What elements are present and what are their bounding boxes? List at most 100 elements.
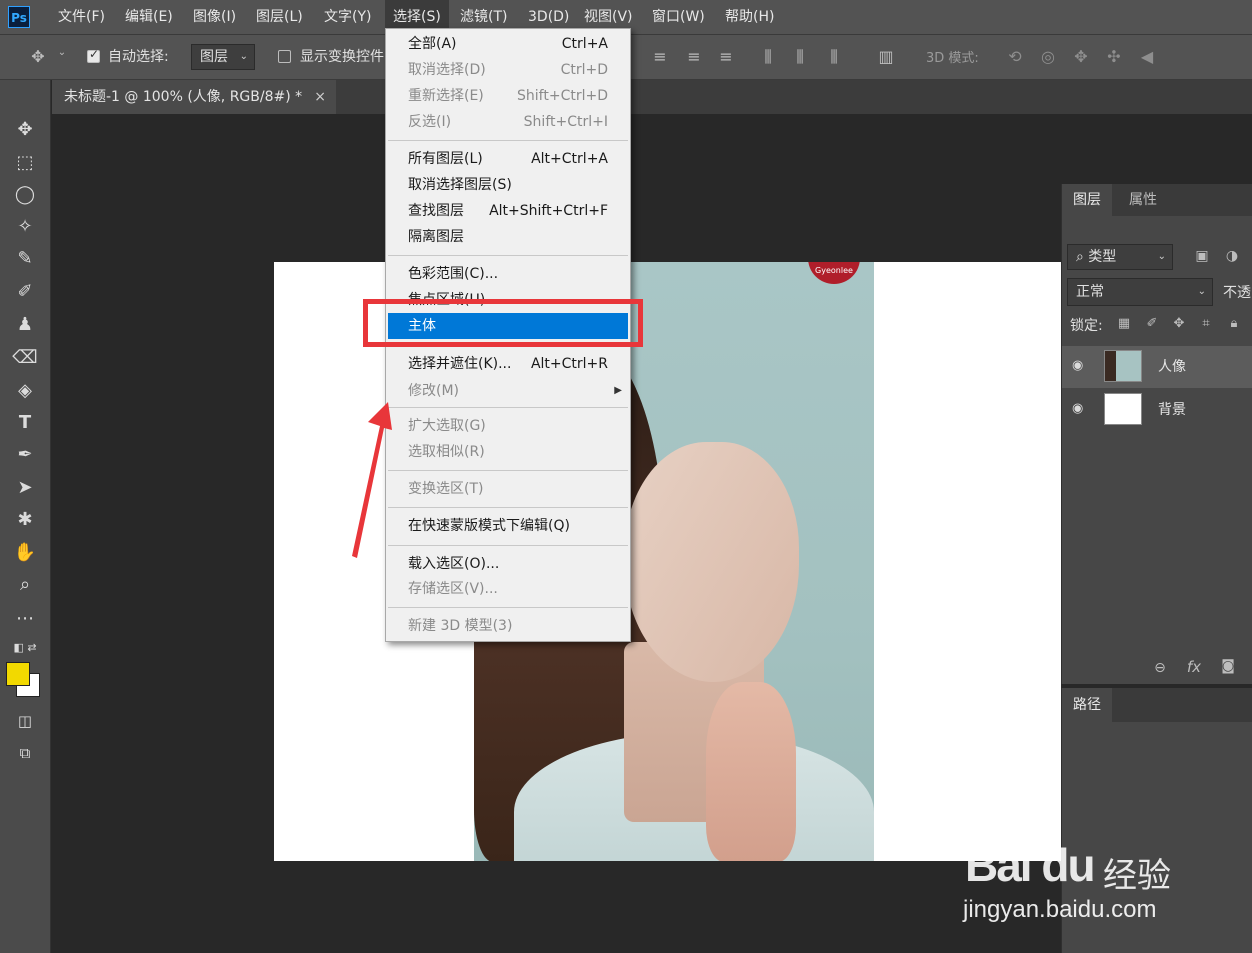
menu-item[interactable]: 图像(I) (185, 0, 244, 34)
auto-select-checkbox[interactable] (87, 47, 100, 63)
menu-option[interactable]: 载入选区(O)... (388, 551, 628, 577)
distribute-spacing-icon[interactable]: ▥ (876, 47, 896, 66)
lock-pixels-icon[interactable]: ✐ (1142, 316, 1162, 331)
lock-position-icon[interactable]: ✥ (1169, 316, 1189, 331)
menu-option[interactable]: 在快速蒙版模式下编辑(Q) (388, 513, 628, 539)
menu-option-label: 反选(I) (408, 114, 452, 130)
lock-label: 锁定: (1070, 318, 1103, 334)
lock-transparent-icon[interactable]: ▦ (1114, 316, 1134, 331)
align-bottom-icon[interactable]: ≡ (716, 47, 736, 66)
pan-3d-icon[interactable]: ✥ (1071, 47, 1091, 66)
menu-item[interactable]: 文件(F) (50, 0, 113, 34)
menu-option[interactable]: 取消选择图层(S) (388, 172, 628, 198)
move-tool-icon[interactable]: ✥ (28, 47, 48, 66)
scale-3d-icon[interactable]: ◀ (1137, 47, 1157, 66)
menu-option[interactable]: 反选(I) Shift+Ctrl+I (388, 109, 628, 135)
lasso-tool-icon[interactable]: ◯ (0, 180, 50, 210)
annotation-arrow-shape (352, 402, 392, 558)
paint-bucket-tool-icon[interactable]: ◈ (0, 376, 50, 406)
pen-tool-icon[interactable]: ✒ (0, 440, 50, 470)
menu-option[interactable]: 色彩范围(C)... (388, 261, 628, 287)
menu-option[interactable]: 选取相似(R) (388, 439, 628, 465)
screen-mode-icon[interactable]: ⧉ (0, 738, 50, 768)
layer-thumbnail (1104, 350, 1142, 382)
menu-option-label: 隔离图层 (408, 229, 464, 245)
brush-tool-icon[interactable]: ✐ (0, 277, 50, 307)
document-tab[interactable]: 未标题-1 @ 100% (人像, RGB/8#) * × (52, 80, 336, 114)
menu-option-label: 重新选择(E) (408, 88, 484, 104)
chevron-down-icon[interactable]: ⌄ (52, 47, 72, 58)
orbit-3d-icon[interactable]: ⟲ (1005, 47, 1025, 66)
auto-select-target-dropdown[interactable]: 图层 ⌄ (191, 44, 255, 70)
menu-option[interactable]: 隔离图层 (388, 224, 628, 250)
layer-thumbnail (1104, 393, 1142, 425)
stamp-tool-icon[interactable]: ♟ (0, 310, 50, 340)
menu-option[interactable]: 扩大选取(G) (388, 413, 628, 439)
align-top-icon[interactable]: ≡ (650, 47, 670, 66)
menu-option-label: 扩大选取(G) (408, 418, 486, 434)
tab-properties[interactable]: 属性 (1118, 184, 1168, 216)
show-transform-label: 显示变换控件 (300, 49, 384, 65)
layer-row[interactable]: ◉ 人像 (1062, 346, 1252, 388)
menu-option[interactable]: 取消选择(D) Ctrl+D (388, 57, 628, 83)
layer-row[interactable]: ◉ 背景 (1062, 389, 1252, 431)
add-mask-icon[interactable]: ◙ (1218, 658, 1238, 674)
menu-option-label: 在快速蒙版模式下编辑(Q) (408, 518, 570, 534)
lock-artboard-icon[interactable]: ⌗ (1196, 316, 1216, 331)
lock-all-icon[interactable]: 🔒︎ (1224, 316, 1244, 331)
link-layers-icon[interactable]: ⊖ (1150, 660, 1170, 676)
hand-tool-icon[interactable]: ✋ (0, 538, 50, 568)
fx-icon[interactable]: fx (1184, 658, 1204, 676)
foreground-color-swatch[interactable] (6, 662, 30, 686)
close-icon[interactable]: × (314, 80, 326, 114)
watermark-title: 经验 (1103, 856, 1171, 896)
menu-option[interactable]: 全部(A) Ctrl+A (388, 31, 628, 57)
more-tools-icon[interactable]: ⋯ (0, 604, 50, 634)
magic-wand-tool-icon[interactable]: ✧ (0, 212, 50, 242)
menu-item[interactable]: 帮助(H) (717, 0, 782, 34)
menu-option-label: 选择并遮住(K)... (408, 356, 512, 372)
menu-option[interactable]: 选择并遮住(K)... Alt+Ctrl+R (388, 351, 628, 377)
adjustment-filter-icon[interactable]: ◑ (1222, 248, 1242, 264)
tab-layers[interactable]: 图层 (1062, 184, 1112, 216)
menu-option-label: 变换选区(T) (408, 481, 484, 497)
photoshop-logo: Ps (8, 6, 30, 28)
quick-mask-icon[interactable]: ◫ (0, 706, 50, 736)
distribute-right-icon[interactable]: ⫼ (824, 47, 844, 67)
menu-option[interactable]: 查找图层 Alt+Shift+Ctrl+F (388, 198, 628, 224)
menu-option[interactable]: 修改(M) ▶ (388, 378, 628, 404)
layer-filter-dropdown[interactable]: ⌕ 类型 ⌄ (1067, 244, 1173, 270)
menu-option[interactable]: 存储选区(V)... (388, 576, 628, 602)
menu-option[interactable]: 所有图层(L) Alt+Ctrl+A (388, 146, 628, 172)
path-selection-tool-icon[interactable]: ➤ (0, 473, 50, 503)
roll-3d-icon[interactable]: ◎ (1038, 47, 1058, 66)
marquee-tool-icon[interactable]: ⬚ (0, 148, 50, 178)
eye-icon[interactable]: ◉ (1072, 401, 1083, 416)
menu-option[interactable]: 新建 3D 模型(3) (388, 613, 628, 639)
zoom-tool-icon[interactable]: ⌕ (0, 570, 50, 600)
type-tool-icon[interactable]: T (0, 408, 50, 438)
eraser-tool-icon[interactable]: ⌫ (0, 343, 50, 373)
align-middle-icon[interactable]: ≡ (684, 47, 704, 66)
menu-item[interactable]: 图层(L) (248, 0, 311, 34)
menu-item[interactable]: 编辑(E) (117, 0, 181, 34)
menu-option[interactable]: 变换选区(T) (388, 476, 628, 502)
tab-paths[interactable]: 路径 (1062, 688, 1112, 722)
eyedropper-tool-icon[interactable]: ✎ (0, 244, 50, 274)
auto-select-target-value: 图层 (200, 49, 228, 65)
menu-item[interactable]: 窗口(W) (644, 0, 713, 34)
menu-option-shortcut: Ctrl+D (560, 62, 608, 78)
menu-item[interactable]: 文字(Y) (316, 0, 379, 34)
slide-3d-icon[interactable]: ✣ (1104, 47, 1124, 66)
image-filter-icon[interactable]: ▣ (1192, 248, 1212, 264)
show-transform-checkbox[interactable] (278, 50, 291, 63)
distribute-left-icon[interactable]: ⫼ (758, 47, 778, 67)
move-tool-icon[interactable]: ✥ (0, 115, 50, 145)
menu-option-label: 取消选择(D) (408, 62, 486, 78)
blend-mode-dropdown[interactable]: 正常 ⌄ (1067, 278, 1213, 306)
menu-option[interactable]: 重新选择(E) Shift+Ctrl+D (388, 83, 628, 109)
eye-icon[interactable]: ◉ (1072, 358, 1083, 373)
distribute-center-icon[interactable]: ⫼ (790, 47, 810, 67)
swap-colors-icon[interactable]: ◧ ⇄ (0, 633, 50, 663)
custom-shape-tool-icon[interactable]: ✱ (0, 505, 50, 535)
